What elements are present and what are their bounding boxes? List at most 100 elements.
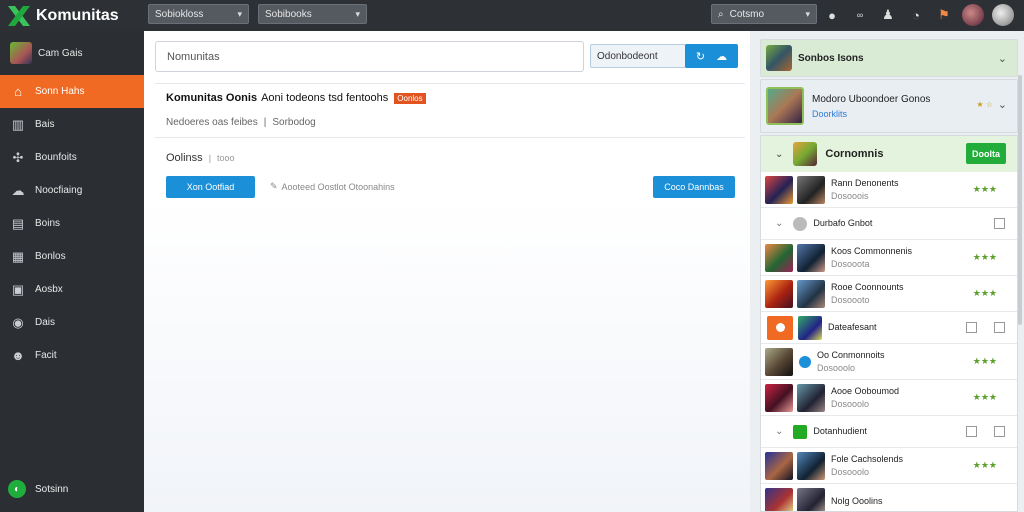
subtitle-1[interactable]: Nedoeres oas feibes xyxy=(166,117,258,128)
chevron-down-icon[interactable]: ⌄ xyxy=(775,426,783,437)
rating-stars: ★★★ xyxy=(972,392,997,402)
item-title: Koos Commonnenis xyxy=(831,245,913,256)
item-thumbnail xyxy=(797,451,825,480)
list-item[interactable]: Rooe Coonnounts Dosoooto ★★★ xyxy=(761,276,1017,312)
item-thumbnail xyxy=(765,175,793,204)
help-icon[interactable]: ● xyxy=(822,5,842,25)
avatar-1[interactable] xyxy=(962,4,984,26)
sidebar-item-grid[interactable]: ▦ Bonlos xyxy=(0,240,144,273)
sidebar-item-stats[interactable]: ▥ Bais xyxy=(0,108,144,141)
sidebar-item-cloud[interactable]: ☁ Noocfiaing xyxy=(0,174,144,207)
sidebar-item-inbox[interactable]: ▣ Aosbx xyxy=(0,273,144,306)
scrollbar[interactable] xyxy=(1018,75,1022,325)
list-item[interactable]: Nolg Ooolins xyxy=(761,484,1017,511)
subtitle-separator: | xyxy=(263,117,267,128)
item-thumbnail xyxy=(797,487,825,511)
chevron-down-icon[interactable]: ⌄ xyxy=(775,218,783,229)
item-checkbox[interactable] xyxy=(966,426,977,437)
bell-icon[interactable]: ◔ xyxy=(906,5,926,25)
item-thumbnail xyxy=(765,279,793,308)
item-sub: Dosooolo xyxy=(817,362,856,373)
app-logo[interactable]: Komunitas xyxy=(0,5,145,26)
top-search-select[interactable]: ⌕ Cotsmo ▾ xyxy=(711,4,817,24)
face-icon: ☻ xyxy=(11,348,25,363)
sidebar-item-home[interactable]: ⌂ Sonn Hahs xyxy=(0,75,144,108)
options-separator: | xyxy=(208,153,212,163)
filter-select-2[interactable]: Sobibooks ▾ xyxy=(258,4,367,24)
rating-stars: ★★★ xyxy=(972,252,997,262)
right-panel-header[interactable]: Sonbos Isons ⌄ xyxy=(760,39,1018,77)
subtitle-2[interactable]: Sorbodog xyxy=(272,117,315,128)
list-header[interactable]: ⌄ Cornomnis Doolta xyxy=(761,136,1017,172)
item-thumbnail xyxy=(797,243,825,272)
chevron-down-icon[interactable]: ⌄ xyxy=(998,98,1007,111)
grid-icon: ▦ xyxy=(11,248,25,264)
list-item[interactable]: Dateafesant xyxy=(761,312,1017,344)
item-thumbnail xyxy=(797,175,825,204)
search-placeholder: Nomunitas xyxy=(167,50,220,63)
item-title: Nolg Ooolins xyxy=(831,496,883,506)
search-input[interactable]: Nomunitas xyxy=(155,41,584,72)
sidebar-item-puzzle[interactable]: ✣ Bounfoits xyxy=(0,141,144,174)
item-icon xyxy=(799,355,811,368)
list-item[interactable]: ⌄ Durbafo Gnbot xyxy=(761,208,1017,240)
featured-sub[interactable]: Doorklits xyxy=(812,109,930,119)
avatar-2[interactable] xyxy=(992,4,1014,26)
item-checkbox[interactable] xyxy=(994,426,1005,437)
sidebar: Cam Gais ⌂ Sonn Hahs ▥ Bais ✣ Bounfoits ☁ No… xyxy=(0,31,144,512)
options-row: Oolinss | tooo xyxy=(166,152,235,164)
right-panel-title: Sonbos Isons xyxy=(798,52,864,64)
right-panel: Sonbos Isons ⌄ Modoro Uboondoer Gonos Do… xyxy=(750,31,1024,512)
item-icon xyxy=(793,216,808,231)
sidebar-item-label: Sonn Hahs xyxy=(35,86,85,97)
item-title: Fole Cachsolends xyxy=(831,453,904,464)
puzzle-icon: ✣ xyxy=(12,149,24,165)
sidebar-item-box[interactable]: ▤ Boins xyxy=(0,207,144,240)
list-item[interactable]: Koos Commonnenis Dosooota ★★★ xyxy=(761,240,1017,276)
sort-select-value: Odonbodeont xyxy=(597,50,658,62)
divider xyxy=(155,137,745,138)
new-button[interactable]: Xon Ootfiad xyxy=(166,176,255,198)
list-action-button[interactable]: Doolta xyxy=(966,143,1006,164)
item-icon xyxy=(793,424,808,439)
list-item[interactable]: Rann Denonents Dosooois ★★★ xyxy=(761,172,1017,208)
sidebar-settings[interactable]: ◐ Sotsinn xyxy=(0,476,144,502)
list-item[interactable]: ⌄ Dotanhudient xyxy=(761,416,1017,448)
rating-stars: ★★★ xyxy=(972,288,997,298)
list-item[interactable]: Fole Cachsolends Dosooolo ★★★ xyxy=(761,448,1017,484)
chevron-down-icon[interactable]: ⌄ xyxy=(998,52,1007,65)
primary-action-button[interactable]: Coco Dannbas xyxy=(653,176,735,198)
status-badge: Oonlos xyxy=(394,92,426,104)
refresh-icon[interactable]: ↻ xyxy=(696,50,705,63)
sidebar-item-face[interactable]: ☻ Facit xyxy=(0,339,144,372)
sort-buttons[interactable]: ↻ ☁ xyxy=(685,44,738,68)
options-extra[interactable]: tooo xyxy=(217,153,235,163)
featured-item[interactable]: Modoro Uboondoer Gonos Doorklits ★ ☆ ⌄ xyxy=(760,79,1018,133)
box-icon: ▤ xyxy=(11,215,25,231)
sort-select[interactable]: Odonbodeont xyxy=(590,44,686,68)
list-item[interactable]: Aooe Ooboumod Dosooolo ★★★ xyxy=(761,380,1017,416)
chevron-down-icon[interactable]: ⌄ xyxy=(775,149,783,160)
cloud-icon[interactable]: ☁ xyxy=(716,50,727,63)
pin-icon: ✎ xyxy=(270,181,278,191)
filter-select-1[interactable]: Sobiokloss ▾ xyxy=(148,4,249,24)
item-checkbox[interactable] xyxy=(966,322,977,333)
item-checkbox[interactable] xyxy=(994,322,1005,333)
top-search-value: Cotsmo xyxy=(729,8,765,20)
link-icon[interactable]: ∞ xyxy=(850,5,870,25)
secondary-link[interactable]: ✎ Aooteed Oostlot Otoonahins xyxy=(270,181,395,192)
item-title: Dotanhudient xyxy=(813,426,867,436)
sidebar-item-target[interactable]: ◉ Dais xyxy=(0,306,144,339)
item-checkbox[interactable] xyxy=(994,218,1005,229)
page-title-main: Komunitas Oonis xyxy=(166,92,258,104)
sidebar-user[interactable]: Cam Gais xyxy=(0,31,144,75)
flag-icon[interactable]: ⚑ xyxy=(934,5,954,25)
featured-thumbnail xyxy=(766,87,804,125)
user-icon[interactable]: ♟ xyxy=(878,5,898,25)
item-sub: Dosooota xyxy=(831,258,870,269)
featured-title: Modoro Uboondoer Gonos xyxy=(812,93,931,105)
primary-action-label: Coco Dannbas xyxy=(664,182,724,192)
list-item[interactable]: Oo Conmonnoits Dosooolo ★★★ xyxy=(761,344,1017,380)
status-icon: ◐ xyxy=(8,480,26,498)
sidebar-bottom-label: Sotsinn xyxy=(35,483,69,495)
